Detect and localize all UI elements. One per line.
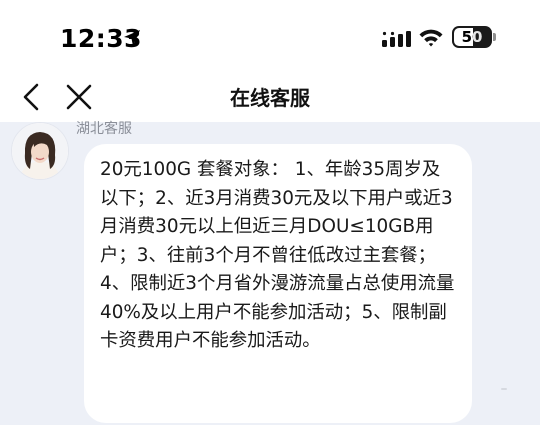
battery-percent: 50: [461, 28, 483, 46]
back-button[interactable]: [14, 80, 48, 114]
status-bar: 12:33 50: [0, 0, 540, 80]
sender-name: 湖北客服: [76, 121, 132, 137]
agent-avatar[interactable]: [11, 122, 69, 180]
wifi-icon: [419, 29, 443, 47]
nav-bar: 在线客服: [0, 80, 540, 122]
location-arrow-icon: [124, 30, 140, 46]
battery-icon: 50: [452, 26, 492, 48]
chevron-left-icon: [23, 83, 39, 111]
battery-cap: [493, 33, 496, 41]
close-button[interactable]: [60, 80, 98, 114]
watermark-badge: [501, 388, 507, 390]
message-bubble[interactable]: 20元100G 套餐对象： 1、年龄35周岁及以下；2、近3月消费30元及以下用…: [84, 144, 472, 423]
chat-area[interactable]: 湖北客服 20元100G 套餐对象： 1、年龄35周岁及以下；2、近3月消费30…: [0, 121, 540, 425]
agent-avatar-image: [12, 123, 68, 179]
message-text: 20元100G 套餐对象： 1、年龄35周岁及以下；2、近3月消费30元及以下用…: [100, 159, 455, 351]
close-icon: [66, 84, 92, 110]
signal-icon: [382, 31, 411, 47]
